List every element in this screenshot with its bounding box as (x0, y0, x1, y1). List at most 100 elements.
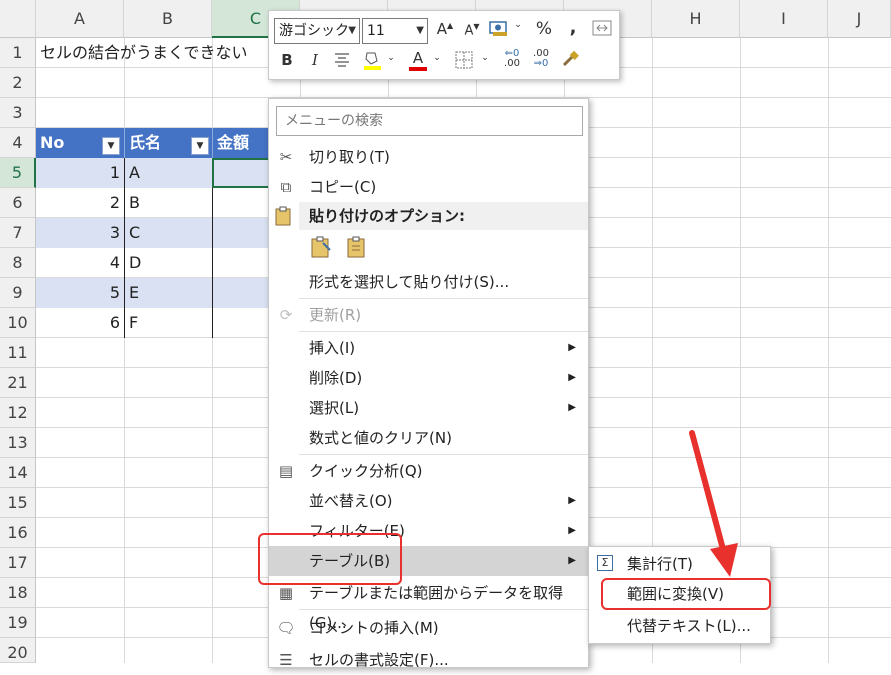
menu-separator (299, 298, 588, 299)
column-header-j[interactable]: J (828, 0, 891, 38)
row-header-21a[interactable]: 21 (0, 368, 36, 398)
table-cell-amount[interactable] (212, 308, 272, 338)
table-cell-no[interactable]: 1 (36, 158, 124, 188)
row-header-11[interactable]: 11 (0, 338, 36, 368)
paste-icon[interactable] (345, 234, 371, 262)
percent-style-button[interactable]: % (533, 19, 555, 39)
column-header-h[interactable]: H (652, 0, 740, 38)
sum-icon: Σ (597, 555, 613, 571)
filter-dropdown-icon[interactable]: ▼ (191, 137, 209, 155)
menu-item-label: コピー(C) (309, 178, 377, 196)
row-header-14[interactable]: 14 (0, 458, 36, 488)
grow-font-button[interactable]: A▲ (435, 20, 455, 38)
borders-button[interactable] (454, 51, 474, 73)
menu-item-format-cells[interactable]: ☰ セルの書式設定(F)... (269, 645, 588, 675)
table-cell-no[interactable]: 4 (36, 248, 124, 278)
format-painter-button[interactable] (559, 49, 581, 73)
bold-button[interactable]: B (277, 51, 297, 69)
menu-item-copy[interactable]: ⧉ コピー(C) (269, 172, 588, 202)
table-cell-name[interactable]: D (124, 248, 212, 278)
italic-button[interactable]: I (305, 51, 325, 69)
row-header-20[interactable]: 20 (0, 638, 36, 663)
menu-item-label: 数式と値のクリア(N) (309, 429, 452, 447)
table-header-amount[interactable]: 金額 (212, 128, 272, 158)
filter-dropdown-icon[interactable]: ▼ (102, 137, 120, 155)
menu-section-label: 貼り付けのオプション: (309, 207, 465, 225)
menu-search-input[interactable]: メニューの検索 (276, 106, 583, 136)
chevron-down-icon[interactable]: ⌄ (385, 53, 397, 63)
chevron-down-icon[interactable]: ⌄ (431, 53, 443, 63)
row-header-16[interactable]: 16 (0, 518, 36, 548)
table-cell-amount[interactable] (212, 278, 272, 308)
chevron-down-icon[interactable]: ⌄ (512, 20, 524, 30)
table-cell-amount[interactable] (212, 188, 272, 218)
table-cell-name[interactable]: E (124, 278, 212, 308)
accounting-format-button[interactable] (488, 19, 510, 41)
menu-item-clear[interactable]: 数式と値のクリア(N) (269, 423, 588, 453)
merge-center-icon (592, 20, 612, 36)
table-cell-no[interactable]: 5 (36, 278, 124, 308)
menu-item-select[interactable]: 選択(L) ▶ (269, 393, 588, 423)
menu-item-label: クイック分析(Q) (309, 462, 423, 480)
align-center-button[interactable] (331, 51, 353, 71)
table-cell-name[interactable]: C (124, 218, 212, 248)
font-color-button[interactable]: A (407, 49, 429, 71)
row-header-13[interactable]: 13 (0, 428, 36, 458)
increase-decimal-label: .00 (504, 58, 520, 69)
table-cell-amount[interactable] (212, 248, 272, 278)
comma-style-button[interactable]: , (565, 17, 581, 38)
select-all-corner[interactable] (0, 0, 36, 38)
table-cell-no[interactable]: 6 (36, 308, 124, 338)
table-cell-amount[interactable] (212, 218, 272, 248)
menu-item-cut[interactable]: ✂ 切り取り(T) (269, 142, 588, 172)
chevron-down-icon[interactable]: ⌄ (479, 53, 491, 63)
row-header-1[interactable]: 1 (0, 38, 36, 68)
row-header-15[interactable]: 15 (0, 488, 36, 518)
column-header-i[interactable]: I (740, 0, 828, 38)
menu-item-label: 形式を選択して貼り付け(S)... (309, 273, 510, 291)
row-header-7[interactable]: 7 (0, 218, 36, 248)
row-header-18[interactable]: 18 (0, 578, 36, 608)
row-header-3[interactable]: 3 (0, 98, 36, 128)
borders-icon (455, 51, 473, 69)
submenu-arrow-icon: ▶ (568, 495, 576, 506)
decrease-decimal-button[interactable]: .00 ⇒0 (529, 49, 553, 69)
column-header-b[interactable]: B (124, 0, 212, 38)
row-header-2[interactable]: 2 (0, 68, 36, 98)
menu-item-sort[interactable]: 並べ替え(O) ▶ (269, 486, 588, 516)
menu-item-paste-special[interactable]: 形式を選択して貼り付け(S)... (269, 267, 588, 297)
row-header-4[interactable]: 4 (0, 128, 36, 158)
increase-decimal-button[interactable]: ⇐0 .00 (500, 49, 524, 69)
row-header-6[interactable]: 6 (0, 188, 36, 218)
shrink-font-button[interactable]: A▼ (462, 22, 482, 38)
font-size-dropdown[interactable]: 11 ▼ (362, 18, 428, 44)
row-header-12[interactable]: 12 (0, 398, 36, 428)
menu-item-insert-comment[interactable]: 🗨 コメントの挿入(M) (269, 613, 588, 643)
menu-item-insert[interactable]: 挿入(I) ▶ (269, 333, 588, 363)
row-header-5[interactable]: 5 (0, 158, 36, 188)
table-cell-amount-active[interactable] (212, 158, 272, 188)
menu-item-refresh[interactable]: ⟳ 更新(R) (269, 300, 588, 330)
fill-color-button[interactable] (361, 49, 383, 75)
table-cell-name[interactable]: B (124, 188, 212, 218)
row-header-10[interactable]: 10 (0, 308, 36, 338)
table-cell-no[interactable]: 2 (36, 188, 124, 218)
row-header-17[interactable]: 17 (0, 548, 36, 578)
row-header-8[interactable]: 8 (0, 248, 36, 278)
font-name-dropdown[interactable]: 游ゴシック ▼ (274, 18, 360, 44)
paste-formatting-icon[interactable] (309, 234, 335, 262)
table-cell-name[interactable]: F (124, 308, 212, 338)
menu-item-quick-analysis[interactable]: ▤ クイック分析(Q) (269, 456, 588, 486)
row-header-19[interactable]: 19 (0, 608, 36, 638)
submenu-arrow-icon: ▶ (568, 402, 576, 413)
submenu-item-alt-text[interactable]: 代替テキスト(L)... (589, 611, 770, 641)
column-header-a[interactable]: A (36, 0, 124, 38)
format-painter-icon (562, 50, 579, 67)
merge-cells-button[interactable] (591, 19, 613, 41)
table-cell-name[interactable]: A (124, 158, 212, 188)
menu-item-delete[interactable]: 削除(D) ▶ (269, 363, 588, 393)
row-header-9[interactable]: 9 (0, 278, 36, 308)
cell-a1[interactable]: セルの結合がうまくできない (36, 38, 276, 68)
table-cell-no[interactable]: 3 (36, 218, 124, 248)
chevron-down-icon: ▼ (348, 25, 356, 36)
